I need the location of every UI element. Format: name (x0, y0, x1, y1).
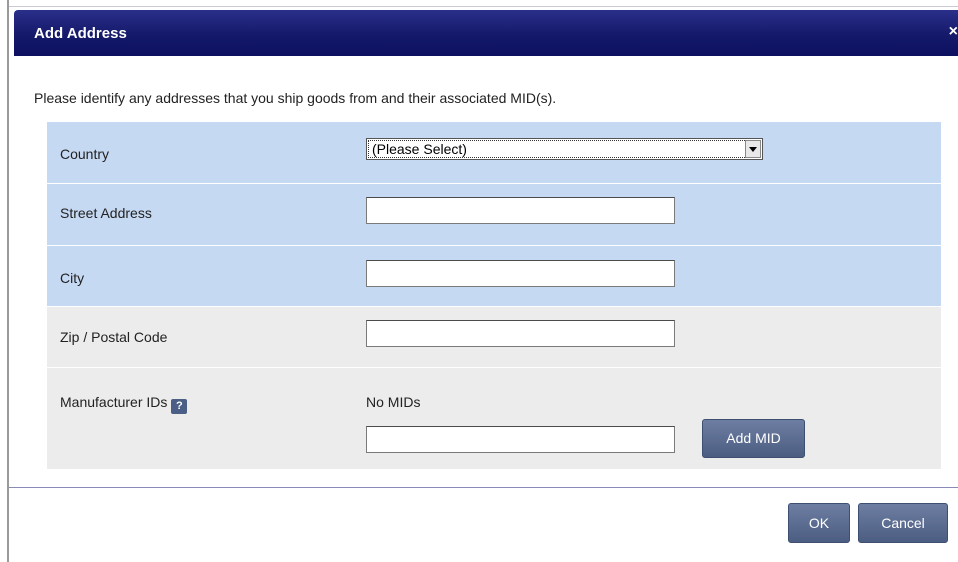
street-row: Street Address (47, 184, 941, 246)
question-mark-icon[interactable]: ? (171, 399, 188, 414)
mids-status: No MIDs (366, 394, 421, 410)
add-mid-button[interactable]: Add MID (702, 419, 805, 458)
city-row: City (47, 246, 941, 307)
dialog-intro-text: Please identify any addresses that you s… (34, 90, 557, 106)
country-select-value: (Please Select) (372, 141, 467, 157)
window-left-edge (0, 0, 9, 562)
top-divider (9, 6, 958, 7)
country-select[interactable]: (Please Select) (366, 138, 763, 160)
chevron-down-icon[interactable] (745, 140, 761, 158)
street-label: Street Address (60, 205, 152, 221)
mids-row: Manufacturer IDs? No MIDs Add MID (47, 368, 941, 470)
street-address-input[interactable] (366, 197, 675, 224)
zip-label: Zip / Postal Code (60, 329, 168, 345)
close-icon[interactable]: × (949, 23, 958, 41)
mids-label: Manufacturer IDs (60, 394, 168, 410)
dialog-titlebar: Add Address × (14, 10, 958, 56)
dialog-title: Add Address (34, 25, 127, 42)
cancel-button[interactable]: Cancel (858, 503, 948, 543)
ok-button[interactable]: OK (788, 503, 850, 543)
city-input[interactable] (366, 260, 675, 287)
address-form: Country (Please Select) Street Address C… (47, 122, 941, 470)
mid-input[interactable] (366, 426, 675, 453)
zip-row: Zip / Postal Code (47, 307, 941, 368)
footer-divider (9, 487, 958, 488)
mids-label-group: Manufacturer IDs? (60, 394, 188, 414)
city-label: City (60, 270, 85, 286)
country-label: Country (60, 146, 110, 162)
zip-input[interactable] (366, 320, 675, 347)
country-row: Country (Please Select) (47, 122, 941, 184)
